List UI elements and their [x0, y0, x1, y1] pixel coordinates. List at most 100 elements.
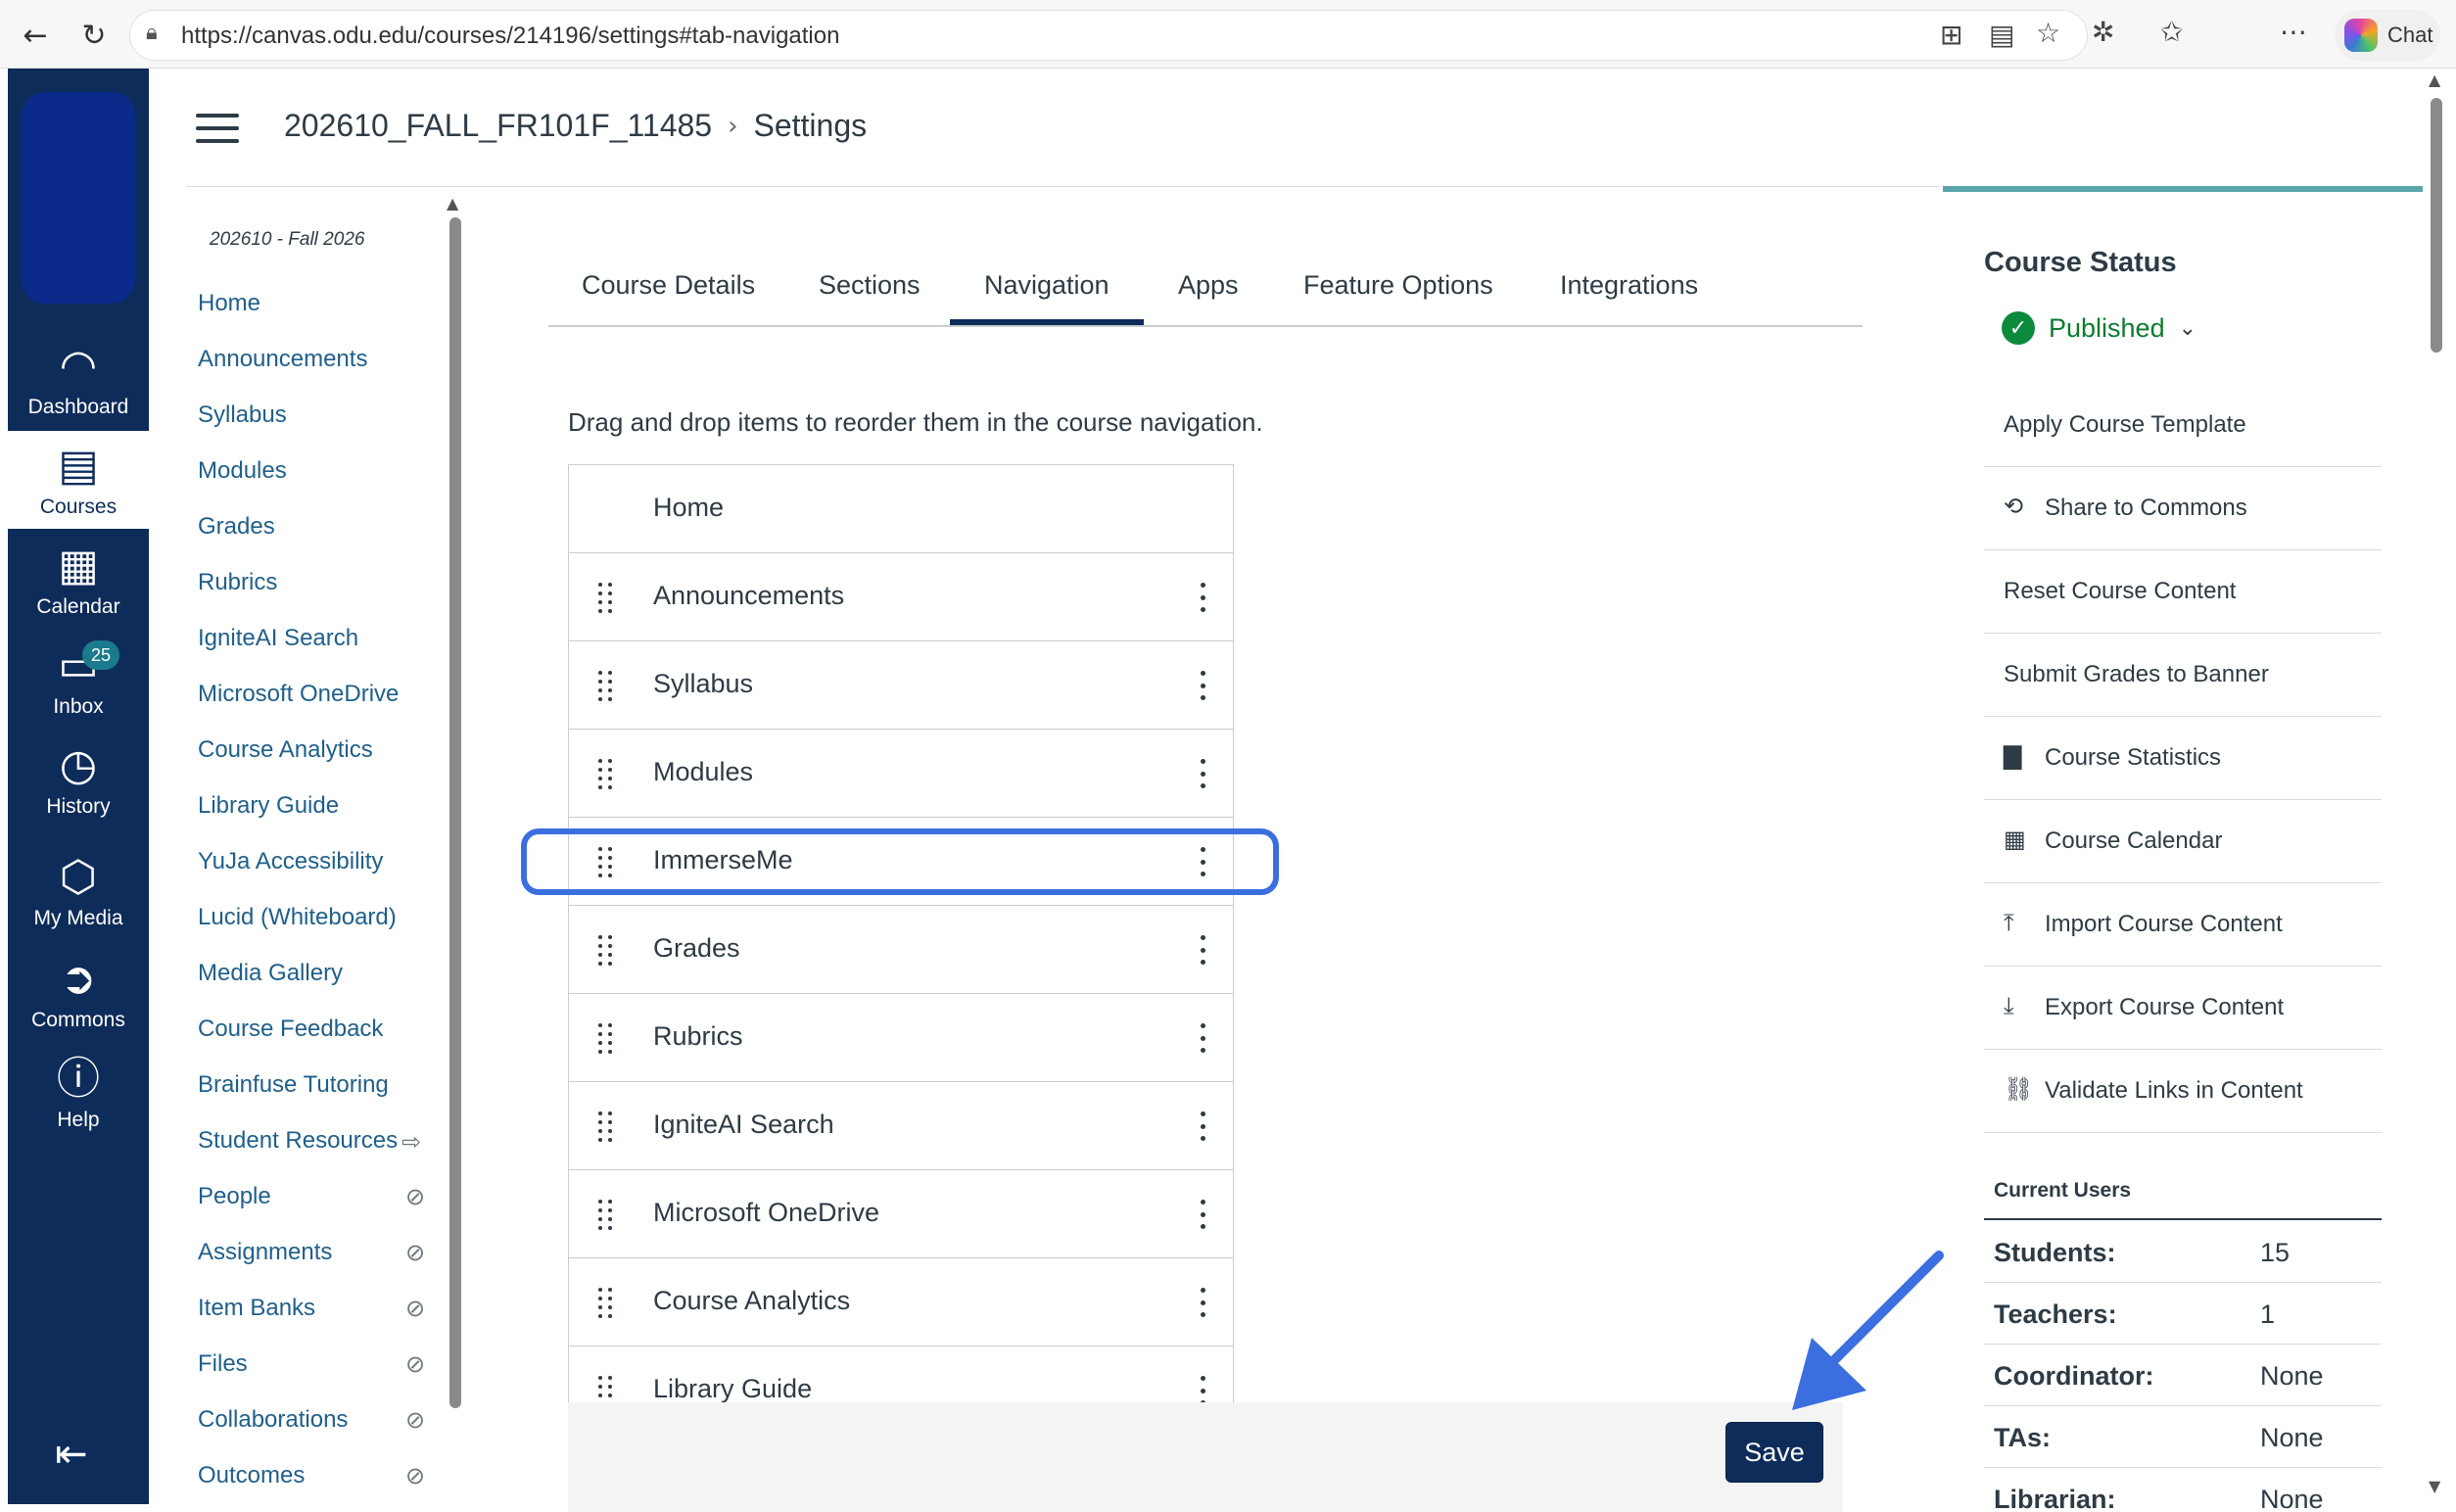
- nav-list-item-grades[interactable]: Grades: [569, 906, 1233, 994]
- collapse-nav-icon[interactable]: ⇤: [55, 1432, 88, 1477]
- hidden-eye-icon: ⊘: [405, 1406, 426, 1434]
- more-menu-icon[interactable]: ⋯: [2280, 16, 2307, 48]
- course-nav-syllabus[interactable]: Syllabus: [198, 402, 287, 429]
- breadcrumb-course-link[interactable]: 202610_FALL_FR101F_11485: [284, 108, 712, 144]
- drag-handle-icon[interactable]: [598, 759, 612, 790]
- course-nav-brainfuse-tutoring[interactable]: Brainfuse Tutoring: [198, 1071, 389, 1099]
- course-nav-lucid-whiteboard[interactable]: Lucid (Whiteboard): [198, 904, 397, 931]
- tab-sections[interactable]: Sections: [819, 270, 921, 301]
- global-nav-help[interactable]: ⓘ Help: [8, 1044, 149, 1142]
- course-nav-course-feedback[interactable]: Course Feedback: [198, 1016, 383, 1043]
- reader-view-icon[interactable]: ▤: [1989, 19, 2014, 51]
- nav-list-item-announcements[interactable]: Announcements: [569, 553, 1233, 641]
- more-options-icon[interactable]: [1200, 1288, 1205, 1317]
- course-nav-assignments[interactable]: Assignments: [198, 1239, 332, 1266]
- reload-icon[interactable]: ↻: [72, 14, 116, 57]
- drag-handle-icon[interactable]: [598, 1023, 612, 1055]
- global-nav-dashboard[interactable]: ◠ Dashboard: [8, 331, 149, 429]
- drag-handle-icon[interactable]: [598, 935, 612, 967]
- more-options-icon[interactable]: [1200, 1111, 1205, 1141]
- global-nav-calendar[interactable]: ▦ Calendar: [8, 531, 149, 629]
- tab-course-details[interactable]: Course Details: [582, 270, 755, 301]
- page-scroll-down-icon[interactable]: ▼: [2429, 1477, 2440, 1495]
- back-arrow-icon[interactable]: ←: [14, 14, 57, 57]
- scroll-up-arrow-icon[interactable]: ▲: [447, 194, 458, 213]
- more-options-icon[interactable]: [1200, 759, 1205, 788]
- address-bar[interactable]: 🔒︎ https://canvas.odu.edu/courses/214196…: [129, 10, 2088, 61]
- course-nav-library-guide[interactable]: Library Guide: [198, 792, 339, 820]
- global-nav-inbox[interactable]: ▭ 25 Inbox: [8, 631, 149, 729]
- nav-list-item-microsoft-onedrive[interactable]: Microsoft OneDrive: [569, 1170, 1233, 1258]
- course-nav-microsoft-onedrive[interactable]: Microsoft OneDrive: [198, 681, 399, 708]
- more-options-icon[interactable]: [1200, 583, 1205, 612]
- bar-chart-icon: ▇: [2004, 742, 2022, 770]
- more-options-icon[interactable]: [1200, 1023, 1205, 1053]
- global-nav-my-media[interactable]: ⬡ My Media: [8, 842, 149, 940]
- validate-links-button[interactable]: ⛓ Validate Links in Content: [1984, 1050, 2382, 1133]
- tab-feature-options[interactable]: Feature Options: [1303, 270, 1493, 301]
- course-nav-files[interactable]: Files: [198, 1350, 248, 1378]
- copilot-chat-button[interactable]: Chat: [2335, 10, 2440, 61]
- more-options-icon[interactable]: [1200, 1200, 1205, 1229]
- nav-list-item-syllabus[interactable]: Syllabus: [569, 641, 1233, 730]
- drag-handle-icon[interactable]: [598, 1200, 612, 1231]
- page-scroll-up-icon[interactable]: ▲: [2429, 71, 2440, 89]
- course-nav-modules[interactable]: Modules: [198, 457, 287, 485]
- course-menu-toggle[interactable]: [196, 114, 239, 143]
- tab-navigation[interactable]: Navigation: [984, 270, 1110, 301]
- tab-integrations[interactable]: Integrations: [1560, 270, 1698, 301]
- course-nav-yuja-accessibility[interactable]: YuJa Accessibility: [198, 848, 383, 875]
- apply-course-template-button[interactable]: Apply Course Template: [1984, 384, 2382, 467]
- drag-handle-icon[interactable]: [598, 671, 612, 702]
- global-nav-courses[interactable]: ▤ Courses: [8, 431, 149, 529]
- course-nav-student-resources[interactable]: Student Resources: [198, 1127, 398, 1155]
- more-options-icon[interactable]: [1200, 935, 1205, 965]
- drag-handle-icon[interactable]: [598, 583, 612, 614]
- save-button[interactable]: Save: [1725, 1422, 1823, 1483]
- export-course-content-button[interactable]: ⤓ Export Course Content: [1984, 967, 2382, 1050]
- course-nav-course-analytics[interactable]: Course Analytics: [198, 736, 373, 764]
- course-nav-announcements[interactable]: Announcements: [198, 346, 367, 373]
- course-nav-grades[interactable]: Grades: [198, 513, 275, 541]
- tab-apps[interactable]: Apps: [1178, 270, 1239, 301]
- app-install-icon[interactable]: ⊞: [1940, 19, 1962, 51]
- course-statistics-button[interactable]: ▇ Course Statistics: [1984, 717, 2382, 800]
- published-status-button[interactable]: ✓ Published ⌄: [2002, 311, 2196, 345]
- course-calendar-button[interactable]: ▦ Course Calendar: [1984, 800, 2382, 883]
- current-users-row: Coordinator: None: [1984, 1346, 2382, 1406]
- course-nav-people[interactable]: People: [198, 1183, 271, 1210]
- import-course-content-button[interactable]: ⤒ Import Course Content: [1984, 883, 2382, 967]
- drag-handle-icon[interactable]: [598, 1288, 612, 1319]
- nav-list-item-library-guide[interactable]: Library Guide: [569, 1347, 1233, 1402]
- nav-list-item-modules[interactable]: Modules: [569, 730, 1233, 818]
- check-circle-icon: ✓: [2002, 311, 2035, 345]
- institution-logo[interactable]: [22, 92, 135, 304]
- nav-list-item-home: Home: [569, 465, 1233, 553]
- nav-list-item-igniteai-search[interactable]: IgniteAI Search: [569, 1082, 1233, 1170]
- course-nav-rubrics[interactable]: Rubrics: [198, 569, 277, 596]
- drag-handle-icon[interactable]: [598, 1376, 612, 1402]
- extensions-icon[interactable]: ✲: [2092, 16, 2114, 48]
- submit-grades-to-banner-button[interactable]: Submit Grades to Banner: [1984, 634, 2382, 717]
- share-to-commons-button[interactable]: ⟲ Share to Commons: [1984, 467, 2382, 550]
- course-nav-home[interactable]: Home: [198, 290, 260, 317]
- copilot-logo-icon: [2344, 19, 2378, 52]
- global-nav-history[interactable]: ◷ History: [8, 731, 149, 828]
- favorites-icon[interactable]: ✩: [2160, 16, 2183, 48]
- course-nav-igniteai-search[interactable]: IgniteAI Search: [198, 625, 358, 652]
- nav-list-item-rubrics[interactable]: Rubrics: [569, 994, 1233, 1082]
- courses-icon: ▤: [58, 441, 99, 491]
- favorite-star-icon[interactable]: ☆: [2036, 17, 2060, 49]
- course-nav-collaborations[interactable]: Collaborations: [198, 1406, 348, 1434]
- course-nav-outcomes[interactable]: Outcomes: [198, 1462, 305, 1489]
- drag-handle-icon[interactable]: [598, 1111, 612, 1143]
- more-options-icon[interactable]: [1200, 1376, 1205, 1402]
- course-nav-item-banks[interactable]: Item Banks: [198, 1295, 315, 1322]
- course-nav-scrollbar[interactable]: [449, 217, 461, 1408]
- more-options-icon[interactable]: [1200, 671, 1205, 700]
- global-nav-commons[interactable]: ➲ Commons: [8, 944, 149, 1042]
- nav-list-item-course-analytics[interactable]: Course Analytics: [569, 1258, 1233, 1347]
- page-scrollbar[interactable]: [2431, 98, 2442, 353]
- course-nav-media-gallery[interactable]: Media Gallery: [198, 960, 343, 987]
- reset-course-content-button[interactable]: Reset Course Content: [1984, 550, 2382, 634]
